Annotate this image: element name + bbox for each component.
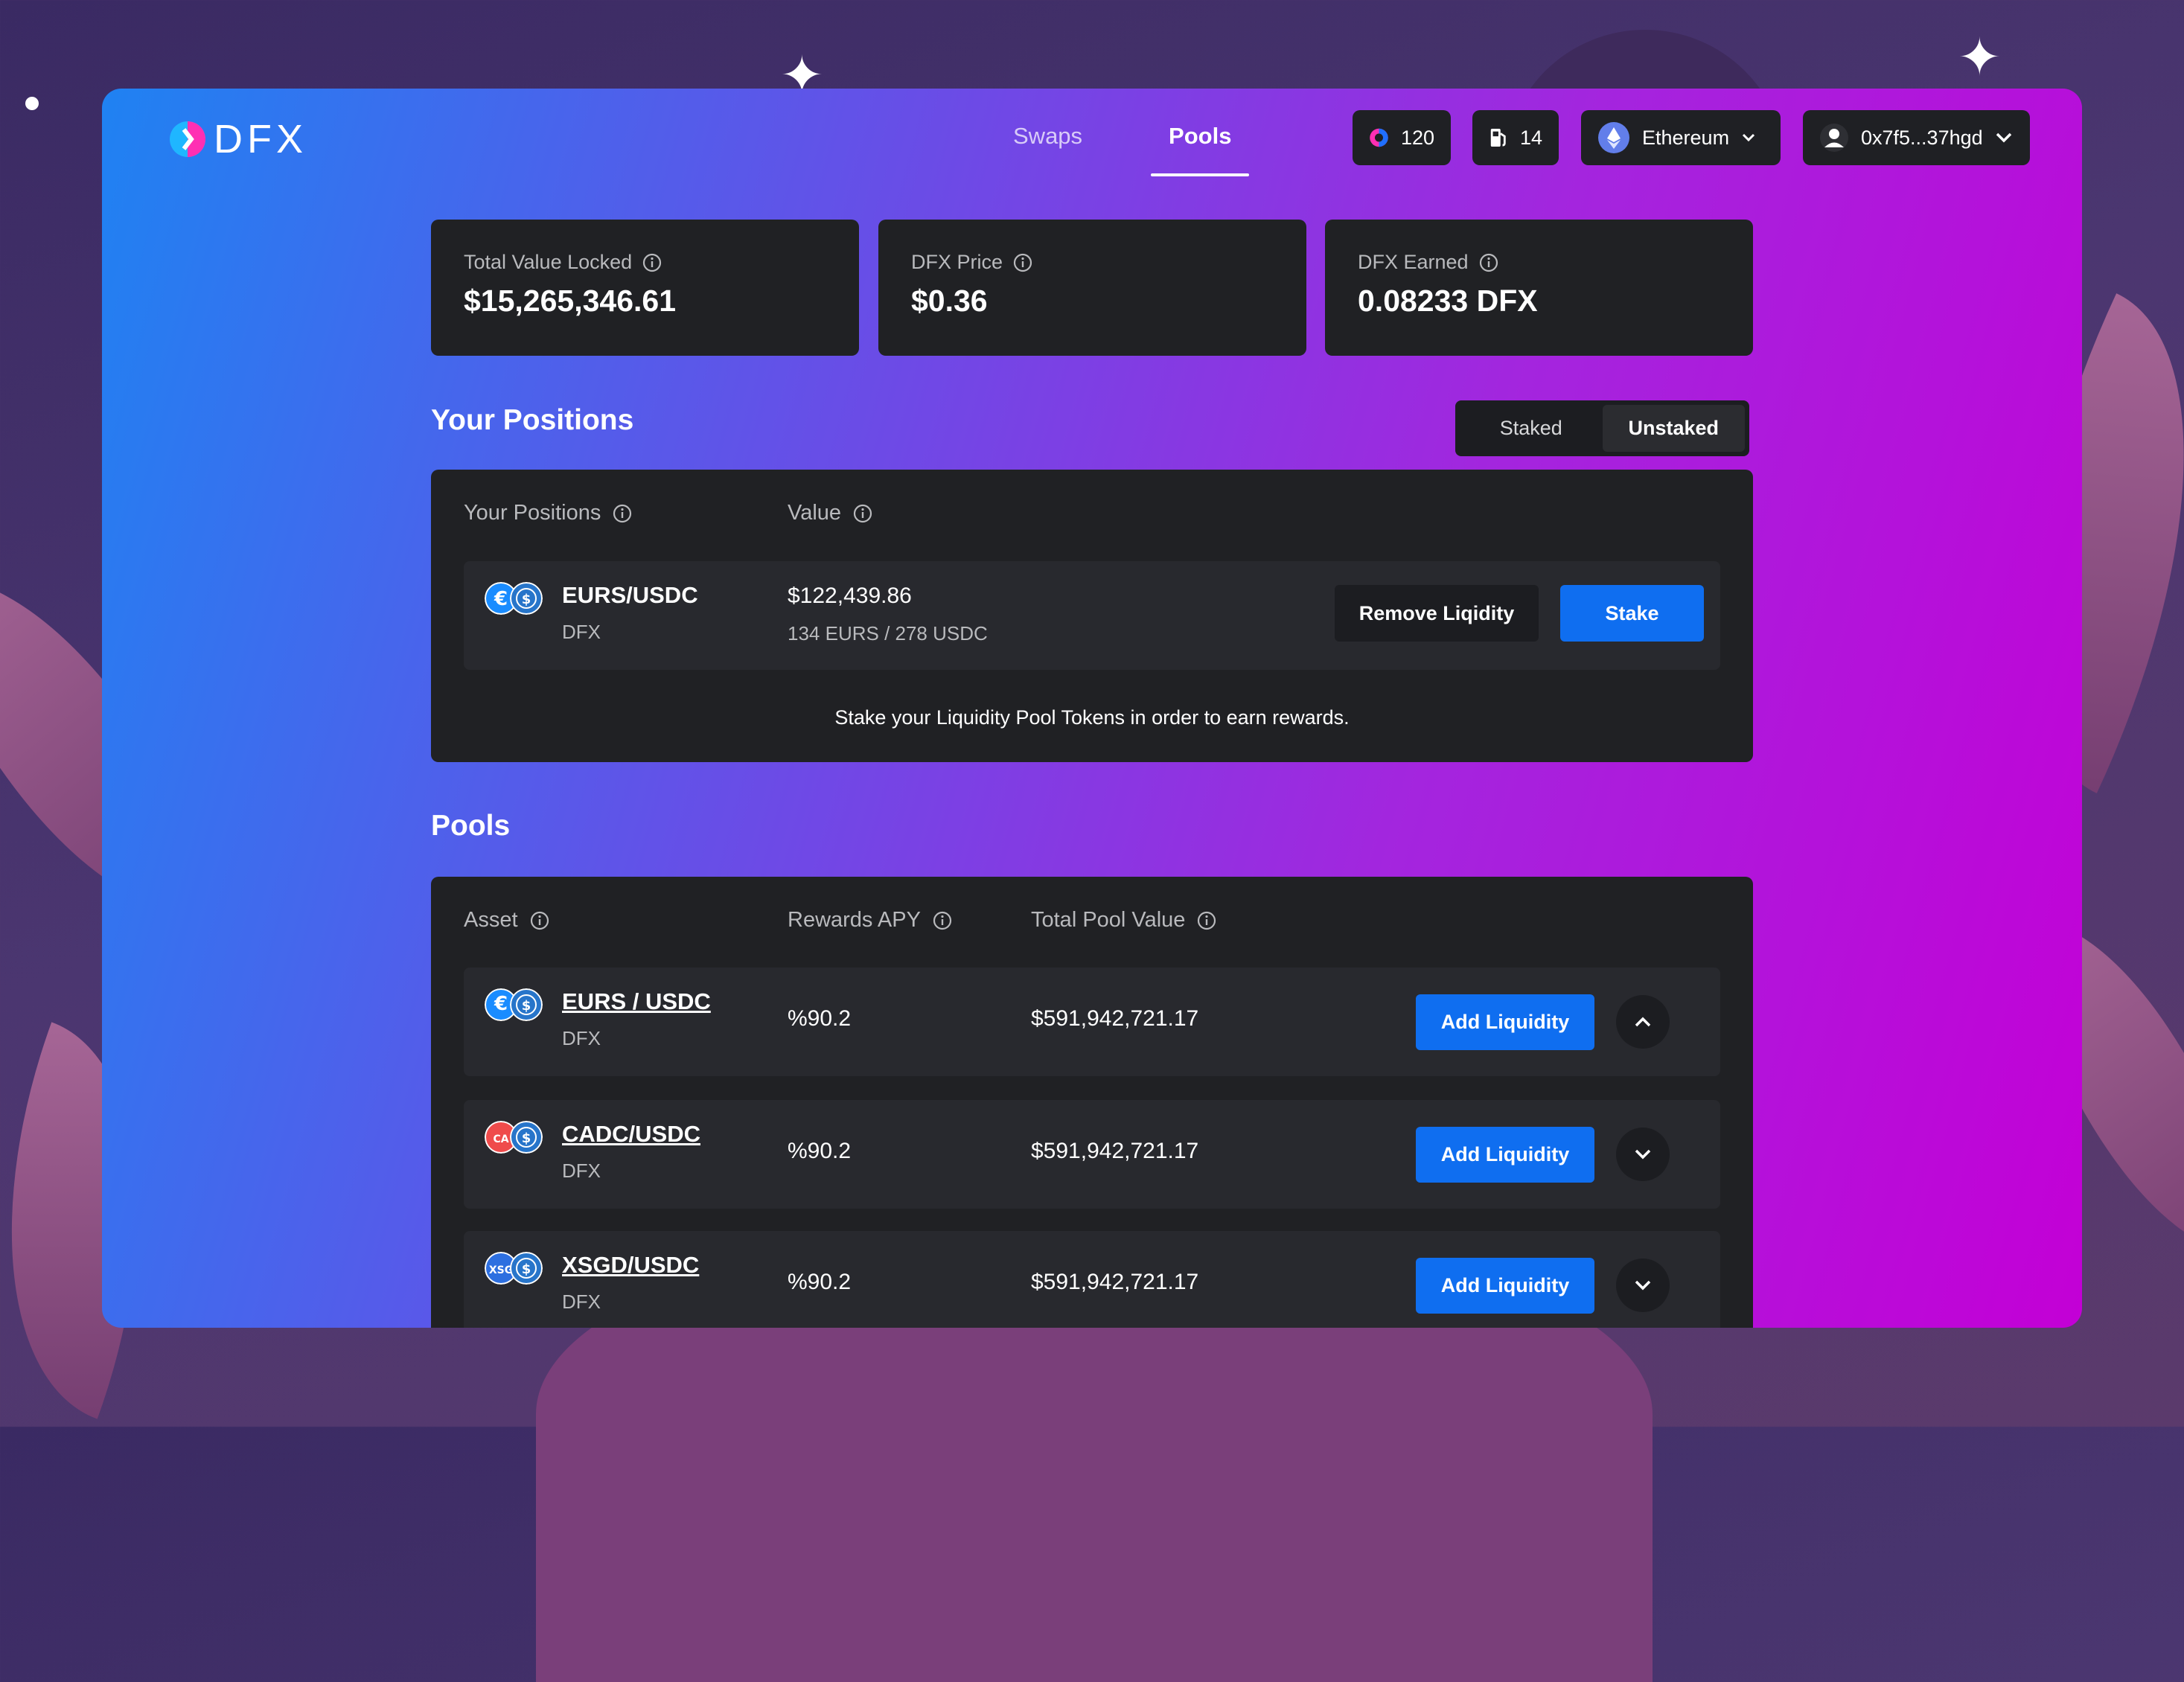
expand-row-button[interactable] [1616,995,1670,1049]
pools-title: Pools [431,810,511,842]
svg-text:$: $ [522,1262,531,1277]
chevron-up-icon [1635,1017,1651,1027]
stat-label: Total Value Locked [464,251,633,273]
points-value: 120 [1400,126,1434,149]
pool-asset-link[interactable]: EURS / USDC [562,988,711,1015]
positions-card: Your Positions Value € $ EURS/USDC DFX $… [431,470,1753,762]
info-icon[interactable] [1013,253,1032,272]
stat-label: DFX Earned [1358,251,1469,273]
points-icon [1370,128,1388,147]
sparkle-icon: ✦ [1958,28,2002,86]
stat-value: $15,265,346.61 [464,284,676,318]
app-window: DFX Swaps Pools 120 14 Ethereum 0x7f5...… [102,89,2082,1328]
svg-text:$: $ [522,1131,531,1146]
brand-name: DFX [214,117,307,162]
stat-label: DFX Price [911,251,1003,273]
pool-asset-link[interactable]: CADC/USDC [562,1121,700,1148]
svg-text:€: € [494,588,508,610]
wallet-address: 0x7f5...37hgd [1861,126,1983,149]
expand-row-button[interactable] [1616,1128,1670,1181]
pool-total-value: $591,942,721.17 [1031,1139,1199,1163]
stat-card-dfx-price: DFX Price $0.36 [878,220,1306,356]
usdc-coin-icon: $ [510,988,543,1021]
tab-swaps[interactable]: Swaps [995,115,1100,176]
chevron-down-icon [1635,1149,1651,1160]
svg-text:CA: CA [493,1133,508,1145]
coin-pair: CA $ [485,1121,544,1158]
position-value: $122,439.86 [788,583,912,608]
usdc-coin-icon: $ [510,1121,543,1154]
chevron-down-icon [1635,1280,1651,1291]
column-header: Rewards APY [788,908,921,932]
positions-note: Stake your Liquidity Pool Tokens in orde… [834,706,1350,729]
stat-card-tvl: Total Value Locked $15,265,346.61 [431,220,859,356]
position-value-detail: 134 EURS / 278 USDC [788,622,988,645]
avatar-icon [1820,124,1848,152]
usdc-coin-icon: $ [510,582,543,615]
gas-pump-icon [1490,128,1506,147]
stat-value: $0.36 [911,284,988,318]
main-nav: Swaps Pools [995,115,1250,176]
pool-asset-sub: DFX [562,1160,601,1182]
position-asset-sub: DFX [562,621,601,643]
column-header: Total Pool Value [1031,908,1186,932]
info-icon[interactable] [642,253,662,272]
svg-text:$: $ [522,592,531,607]
coin-pair: € $ [485,988,544,1026]
points-chip[interactable]: 120 [1353,110,1451,165]
position-asset: EURS/USDC [562,582,698,608]
coin-pair: € $ [485,582,544,619]
stat-value: 0.08233 DFX [1358,284,1538,318]
position-row: € $ EURS/USDC DFX $122,439.86 134 EURS /… [464,561,1720,670]
remove-liquidity-button[interactable]: Remove Liqidity [1335,585,1539,642]
wallet-selector[interactable]: 0x7f5...37hgd [1803,110,2030,165]
pool-row: XSG $ XSGD/USDC DFX %90.2 $591,942,721.17 Add … [464,1231,1720,1328]
toggle-staked[interactable]: Staked [1460,405,1603,452]
pool-apy: %90.2 [788,1006,852,1031]
pool-total-value: $591,942,721.17 [1031,1270,1199,1294]
coin-pair: XSG $ [485,1252,544,1289]
pool-row: € $ EURS / USDC DFX %90.2 $591,942,721.17 Add … [464,968,1720,1076]
ethereum-icon [1598,122,1629,153]
column-header: Value [788,501,842,525]
stake-filter-toggle: Staked Unstaked [1455,400,1749,456]
network-label: Ethereum [1642,126,1730,149]
gas-value: 14 [1519,126,1542,149]
tab-pools[interactable]: Pools [1151,115,1250,176]
info-icon[interactable] [1479,253,1498,272]
chevron-down-icon [1743,133,1755,142]
toggle-unstaked[interactable]: Unstaked [1602,405,1745,452]
pool-asset-sub: DFX [562,1027,601,1049]
svg-text:€: € [494,993,508,1015]
expand-row-button[interactable] [1616,1259,1670,1312]
pool-asset-sub: DFX [562,1291,601,1313]
chevron-down-icon [1996,132,2011,143]
info-icon[interactable] [933,911,952,930]
dfx-logo-icon [170,121,205,157]
positions-title: Your Positions [431,404,634,436]
network-selector[interactable]: Ethereum [1581,110,1781,165]
pool-asset-link[interactable]: XSGD/USDC [562,1252,699,1279]
gas-chip[interactable]: 14 [1472,110,1559,165]
pool-apy: %90.2 [788,1270,852,1294]
add-liquidity-button[interactable]: Add Liquidity [1416,1258,1594,1314]
svg-text:$: $ [522,998,531,1014]
star-dot [25,97,39,110]
usdc-coin-icon: $ [510,1252,543,1285]
column-header: Your Positions [464,501,601,525]
add-liquidity-button[interactable]: Add Liquidity [1416,994,1594,1050]
pool-row: CA $ CADC/USDC DFX %90.2 $591,942,721.17 Add L… [464,1100,1720,1209]
info-icon[interactable] [853,504,872,523]
column-header: Asset [464,908,518,932]
info-icon[interactable] [613,504,632,523]
stat-card-dfx-earned: DFX Earned 0.08233 DFX [1325,220,1753,356]
pool-total-value: $591,942,721.17 [1031,1006,1199,1031]
add-liquidity-button[interactable]: Add Liquidity [1416,1127,1594,1183]
pool-apy: %90.2 [788,1139,852,1163]
stake-button[interactable]: Stake [1560,585,1704,642]
pools-card: Asset Rewards APY Total Pool Value € $ EUR… [431,877,1753,1328]
brand-logo[interactable]: DFX [167,117,307,162]
info-icon[interactable] [530,911,549,930]
info-icon[interactable] [1197,911,1216,930]
